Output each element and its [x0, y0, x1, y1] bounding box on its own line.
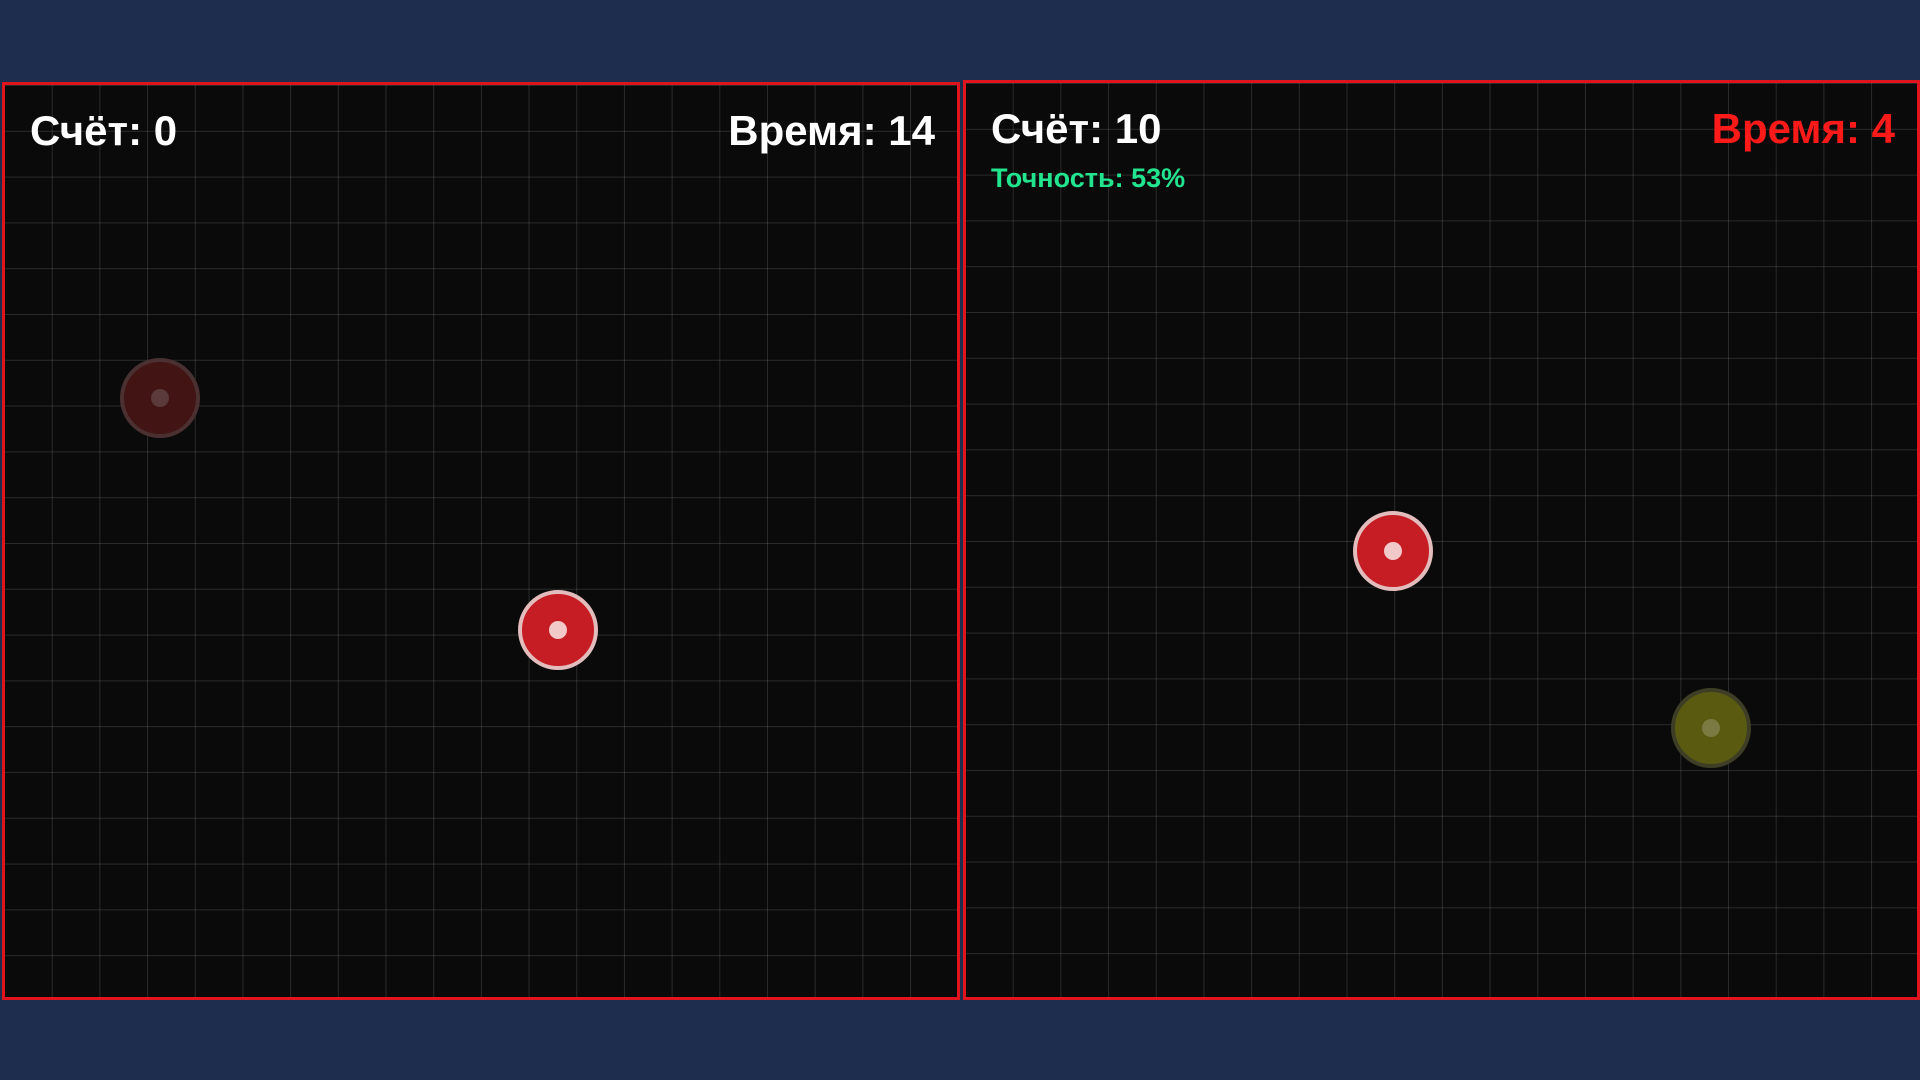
target-bonus[interactable]	[1671, 688, 1751, 768]
target-active[interactable]	[1353, 511, 1433, 591]
score-label: Счёт: 0	[30, 107, 178, 154]
target-center	[1384, 542, 1402, 560]
game-board-left[interactable]: Счёт: 0 Время: 14	[2, 82, 960, 1000]
score-label: Счёт: 10	[991, 105, 1162, 152]
target-active[interactable]	[518, 590, 598, 670]
time-label: Время: 14	[728, 107, 935, 154]
accuracy-label: Точность: 53%	[991, 163, 1186, 193]
time-label-warning: Время: 4	[1711, 105, 1895, 152]
target-fading[interactable]	[120, 358, 200, 438]
target-center	[549, 621, 567, 639]
game-board-right[interactable]: Счёт: 10 Время: 4 Точность: 53%	[963, 80, 1920, 1000]
target-center	[151, 389, 169, 407]
target-center	[1702, 719, 1720, 737]
